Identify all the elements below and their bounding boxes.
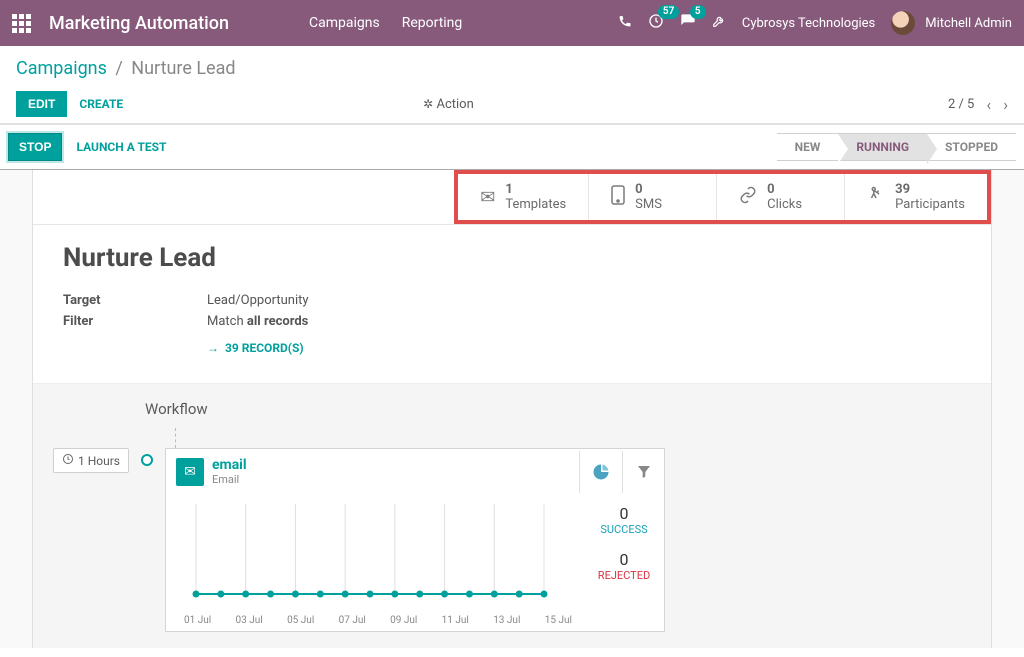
edit-button[interactable]: EDIT <box>16 91 67 117</box>
workflow-activity: 1 Hours ✉ email Email <box>53 448 971 632</box>
mail-icon: ✉ <box>176 458 204 486</box>
clock-icon <box>62 453 74 468</box>
workflow-title: Workflow <box>145 400 971 418</box>
breadcrumb-current: Nurture Lead <box>131 58 235 79</box>
launch-test-button[interactable]: LAUNCH A TEST <box>76 140 166 154</box>
user-name[interactable]: Mitchell Admin <box>925 16 1012 31</box>
page-title: Nurture Lead <box>63 243 961 273</box>
sheet-body: Nurture Lead Target Lead/Opportunity Fil… <box>33 225 991 365</box>
mobile-icon <box>611 185 625 210</box>
control-panel: Campaigns / Nurture Lead EDIT CREATE ✲ A… <box>0 46 1024 124</box>
success-label: SUCCESS <box>584 523 664 536</box>
apps-icon[interactable] <box>12 14 31 33</box>
nav-campaigns[interactable]: Campaigns <box>309 15 380 31</box>
pager-next[interactable]: › <box>1003 95 1008 114</box>
stat-clicks[interactable]: 0 Clicks <box>717 174 845 220</box>
action-menu[interactable]: ✲ Action <box>423 97 474 112</box>
activity-type: Email <box>212 473 247 486</box>
brand-title: Marketing Automation <box>49 13 229 34</box>
graph-button[interactable] <box>580 451 622 493</box>
pager-prev[interactable]: ‹ <box>986 95 991 114</box>
status-steps: NEW RUNNING STOPPED <box>777 133 1016 161</box>
status-new[interactable]: NEW <box>777 133 839 161</box>
pager: 2 / 5 ‹ › <box>948 95 1008 114</box>
sheet-container: ✉ 1 Templates 0 SMS <box>0 170 1024 648</box>
arrow-right-icon: → <box>207 341 219 355</box>
records-link[interactable]: → 39 RECORD(S) <box>207 341 961 355</box>
activity-card: ✉ email Email <box>165 448 665 632</box>
phone-icon[interactable] <box>618 14 632 32</box>
success-count: 0 <box>584 504 664 523</box>
tools-icon[interactable] <box>712 14 726 32</box>
breadcrumb: Campaigns / Nurture Lead <box>16 58 1008 79</box>
funnel-button[interactable] <box>622 451 664 493</box>
stat-templates[interactable]: ✉ 1 Templates <box>458 174 589 220</box>
rejected-label: REJECTED <box>584 569 664 582</box>
activity-delay[interactable]: 1 Hours <box>53 448 129 473</box>
company-name[interactable]: Cybrosys Technologies <box>742 16 875 31</box>
activity-chart: 01 Jul03 Jul05 Jul07 Jul09 Jul11 Jul13 J… <box>166 494 584 631</box>
nav-right: 57 5 Cybrosys Technologies Mitchell Admi… <box>618 11 1012 35</box>
target-label: Target <box>63 293 207 308</box>
stat-sms[interactable]: 0 SMS <box>589 174 717 220</box>
link-icon <box>739 186 757 209</box>
activity-name[interactable]: email <box>212 457 247 473</box>
status-running[interactable]: RUNNING <box>838 133 927 161</box>
messages-icon[interactable]: 5 <box>680 13 696 33</box>
target-value: Lead/Opportunity <box>207 293 309 308</box>
status-bar: STOP LAUNCH A TEST NEW RUNNING STOPPED <box>0 124 1024 170</box>
gear-icon: ✲ <box>423 97 433 111</box>
clock-icon[interactable]: 57 <box>648 13 664 33</box>
envelope-icon: ✉ <box>480 187 495 208</box>
stat-buttons-row: ✉ 1 Templates 0 SMS <box>33 170 991 225</box>
stop-button[interactable]: STOP <box>8 133 62 161</box>
filter-value: Match all records <box>207 314 308 329</box>
activities-badge: 57 <box>658 5 679 19</box>
filter-label: Filter <box>63 314 207 329</box>
highlight-box: ✉ 1 Templates 0 SMS <box>454 170 991 224</box>
avatar[interactable] <box>891 11 915 35</box>
navbar: Marketing Automation Campaigns Reporting… <box>0 0 1024 46</box>
status-stopped[interactable]: STOPPED <box>927 133 1016 161</box>
breadcrumb-parent[interactable]: Campaigns <box>16 58 107 79</box>
nav-menu: Campaigns Reporting <box>309 15 462 31</box>
workflow-section: Workflow 1 Hours ✉ email <box>33 383 991 648</box>
activity-node-icon <box>141 454 153 466</box>
form-sheet: ✉ 1 Templates 0 SMS <box>32 170 992 648</box>
create-button[interactable]: CREATE <box>79 97 123 111</box>
participants-icon <box>867 186 885 209</box>
pager-text: 2 / 5 <box>948 97 974 112</box>
stat-participants[interactable]: 39 Participants <box>845 174 987 220</box>
rejected-count: 0 <box>584 550 664 569</box>
messages-badge: 5 <box>690 5 706 19</box>
nav-reporting[interactable]: Reporting <box>402 15 463 31</box>
